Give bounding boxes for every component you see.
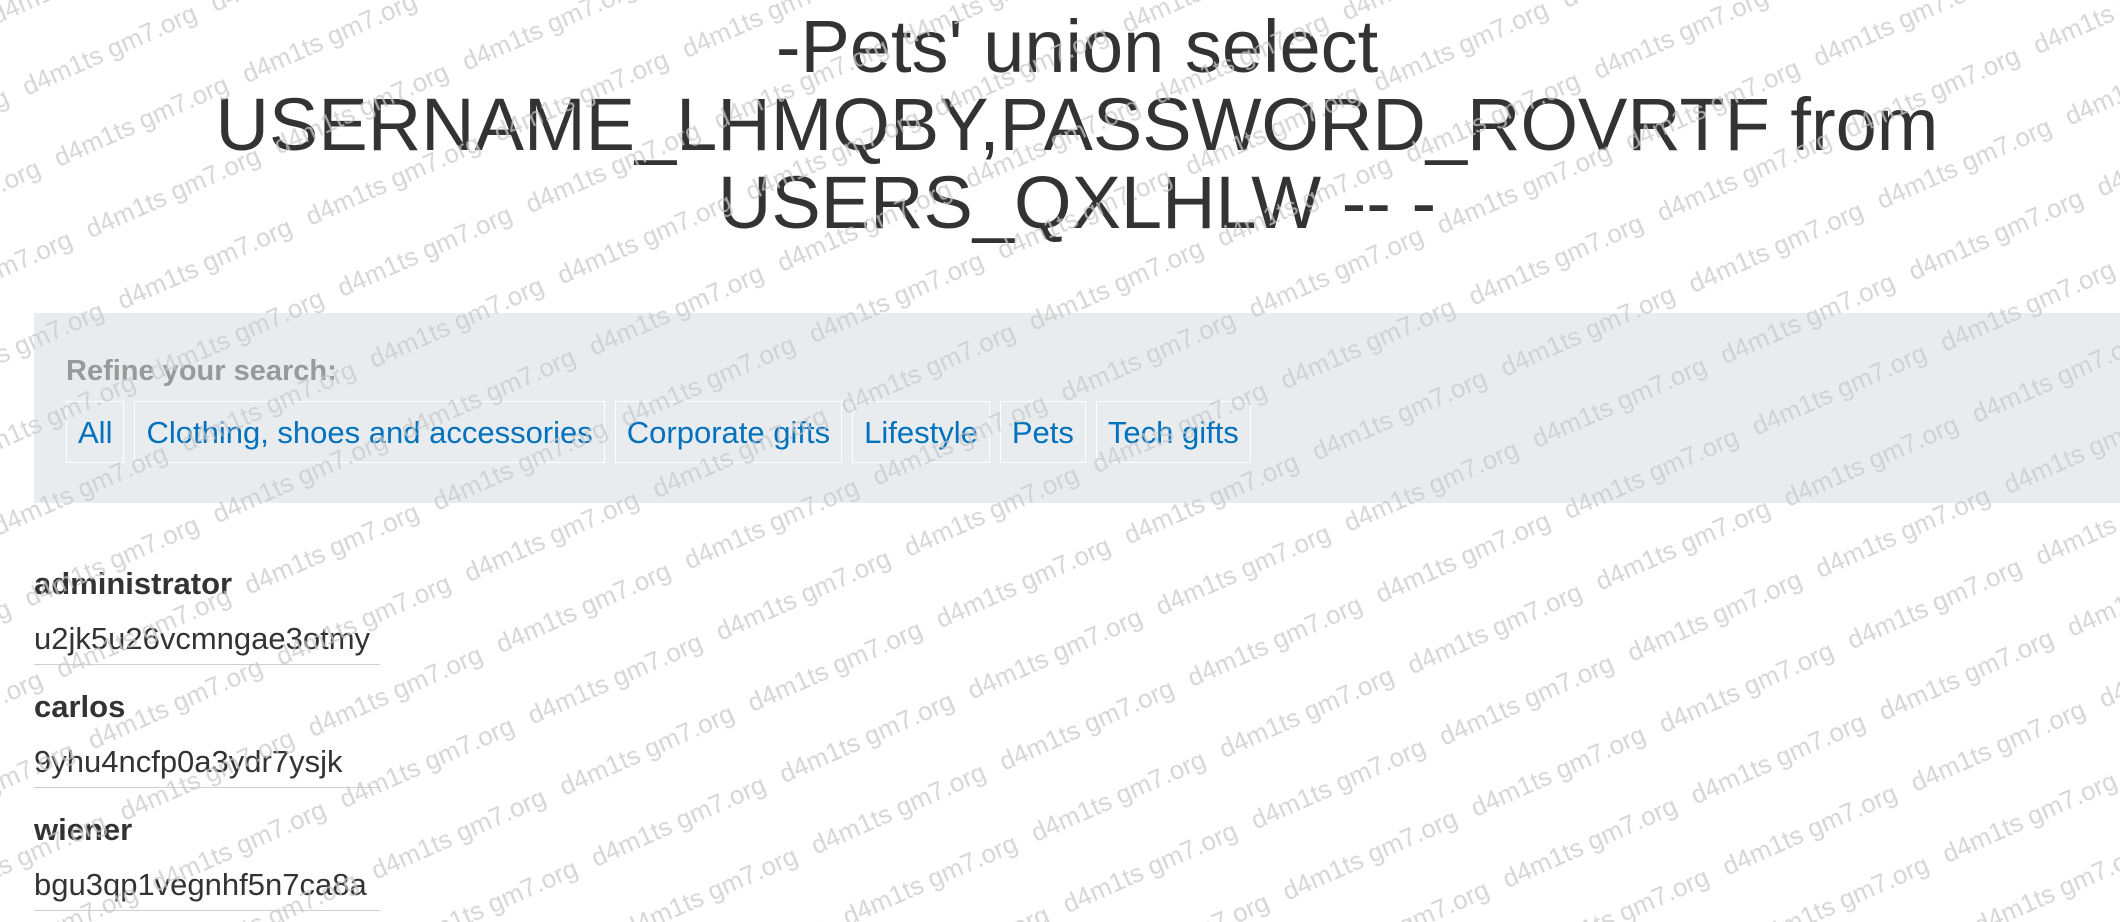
filter-link-all[interactable]: All: [66, 401, 125, 463]
result-row: wiener bgu3qp1vegnhf5n7ca8a: [34, 788, 380, 911]
filter-link-corporate-gifts[interactable]: Corporate gifts: [614, 401, 843, 463]
result-password: 9yhu4ncfp0a3ydr7ysjk: [34, 744, 343, 779]
category-filter-list: All Clothing, shoes and accessories Corp…: [66, 401, 1251, 463]
result-username: carlos: [34, 689, 126, 724]
filter-link-clothing[interactable]: Clothing, shoes and accessories: [134, 401, 605, 463]
filter-heading: Refine your search:: [66, 355, 337, 387]
filter-panel: Refine your search: All Clothing, shoes …: [34, 313, 2120, 503]
filter-link-lifestyle[interactable]: Lifestyle: [852, 401, 990, 463]
page-title: -Pets' union select USERNAME_LHMQBY,PASS…: [215, 5, 1939, 244]
results-list: administrator u2jk5u26vcmngae3otmy carlo…: [34, 542, 380, 911]
result-password: bgu3qp1vegnhf5n7ca8a: [34, 867, 367, 902]
filter-link-pets[interactable]: Pets: [999, 401, 1086, 463]
result-username: administrator: [34, 566, 233, 601]
result-row: administrator u2jk5u26vcmngae3otmy: [34, 542, 380, 665]
filter-link-tech-gifts[interactable]: Tech gifts: [1095, 401, 1251, 463]
result-row: carlos 9yhu4ncfp0a3ydr7ysjk: [34, 665, 380, 788]
result-password: u2jk5u26vcmngae3otmy: [34, 621, 371, 656]
result-username: wiener: [34, 812, 133, 847]
